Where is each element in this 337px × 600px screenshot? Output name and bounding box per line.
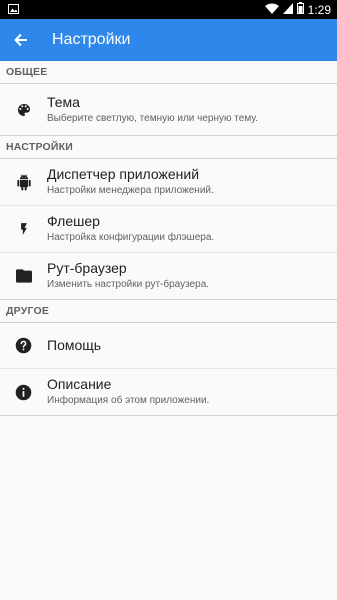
arrow-back-icon (14, 33, 27, 47)
back-button[interactable] (0, 19, 42, 61)
pref-summary: Выберите светлую, темную или черную тему… (47, 112, 259, 124)
section-header-other: ДРУГОЕ (6, 305, 50, 317)
flash-icon (20, 223, 27, 235)
info-icon (15, 384, 32, 400)
signal-icon (282, 2, 293, 17)
status-bar: 1:29 (0, 0, 337, 19)
pref-title: Описание (47, 376, 112, 392)
pref-flasher[interactable]: Флешер Настройка конфигурации флэшера. (0, 206, 337, 253)
pref-title: Рут-браузер (47, 260, 127, 276)
pref-about[interactable]: Описание Информация об этом приложении. (0, 369, 337, 416)
battery-icon (296, 2, 304, 17)
section-header-settings: НАСТРОЙКИ (6, 141, 73, 153)
help-icon (15, 337, 32, 354)
section-header-general: ОБЩЕЕ (6, 66, 48, 78)
wifi-icon (264, 3, 279, 17)
pref-summary: Информация об этом приложении. (47, 395, 210, 406)
pref-title: Флешер (47, 213, 100, 229)
android-icon (16, 174, 31, 190)
pref-summary: Настройка конфигурации флэшера. (47, 232, 215, 243)
gallery-notification-icon (8, 3, 19, 17)
page-title: Настройки (52, 31, 131, 48)
status-time: 1:29 (307, 2, 331, 17)
pref-theme[interactable]: Тема Выберите светлую, темную или черную… (0, 84, 337, 136)
pref-summary: Изменить настройки рут-браузера. (47, 279, 210, 290)
pref-title: Помощь (47, 337, 102, 353)
app-bar: Настройки (0, 19, 337, 61)
folder-icon (15, 269, 32, 283)
pref-root-browser[interactable]: Рут-браузер Изменить настройки рут-брауз… (0, 253, 337, 300)
pref-title: Тема (47, 93, 80, 110)
pref-app-manager[interactable]: Диспетчер приложений Настройки менеджера… (0, 159, 337, 206)
pref-title: Диспетчер приложений (47, 166, 200, 182)
pref-help[interactable]: Помощь (0, 323, 337, 369)
pref-summary: Настройки менеджера приложений. (47, 185, 214, 196)
palette-icon (17, 103, 30, 116)
